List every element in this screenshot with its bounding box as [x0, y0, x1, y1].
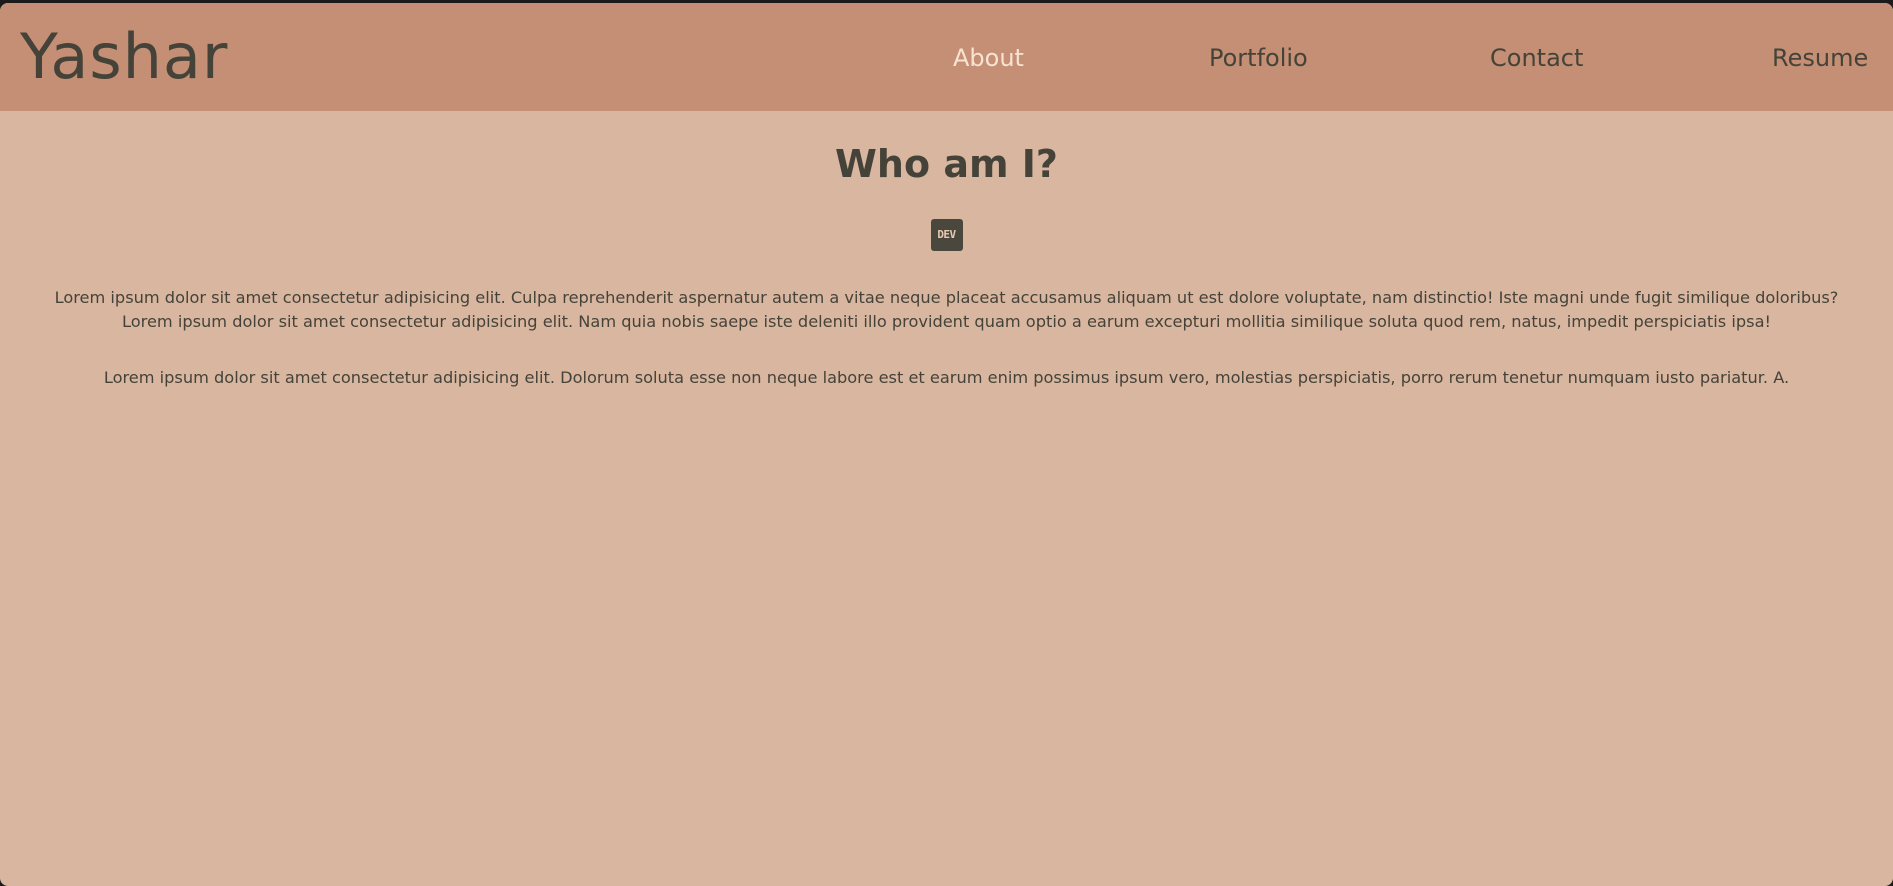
nav-link-portfolio[interactable]: Portfolio — [1209, 43, 1308, 73]
about-paragraph-1: Lorem ipsum dolor sit amet consectetur a… — [54, 288, 1839, 331]
badge-row: DEV — [0, 187, 1893, 251]
nav-link-resume[interactable]: Resume — [1772, 43, 1868, 73]
about-paragraph-2: Lorem ipsum dolor sit amet consectetur a… — [103, 368, 1790, 387]
dev-to-icon[interactable]: DEV — [930, 219, 963, 251]
nav-link-about[interactable]: About — [953, 43, 1024, 73]
page-title: Who am I? — [835, 142, 1058, 186]
about-section: Who am I? DEV Lorem ipsum dolor sit amet… — [0, 111, 1893, 390]
nav-link-contact[interactable]: Contact — [1490, 43, 1583, 73]
site-header: Yashar About Portfolio Contact Resume — [0, 3, 1893, 111]
browser-viewport: Yashar About Portfolio Contact Resume Wh… — [0, 3, 1893, 886]
site-logo[interactable]: Yashar — [20, 21, 228, 93]
